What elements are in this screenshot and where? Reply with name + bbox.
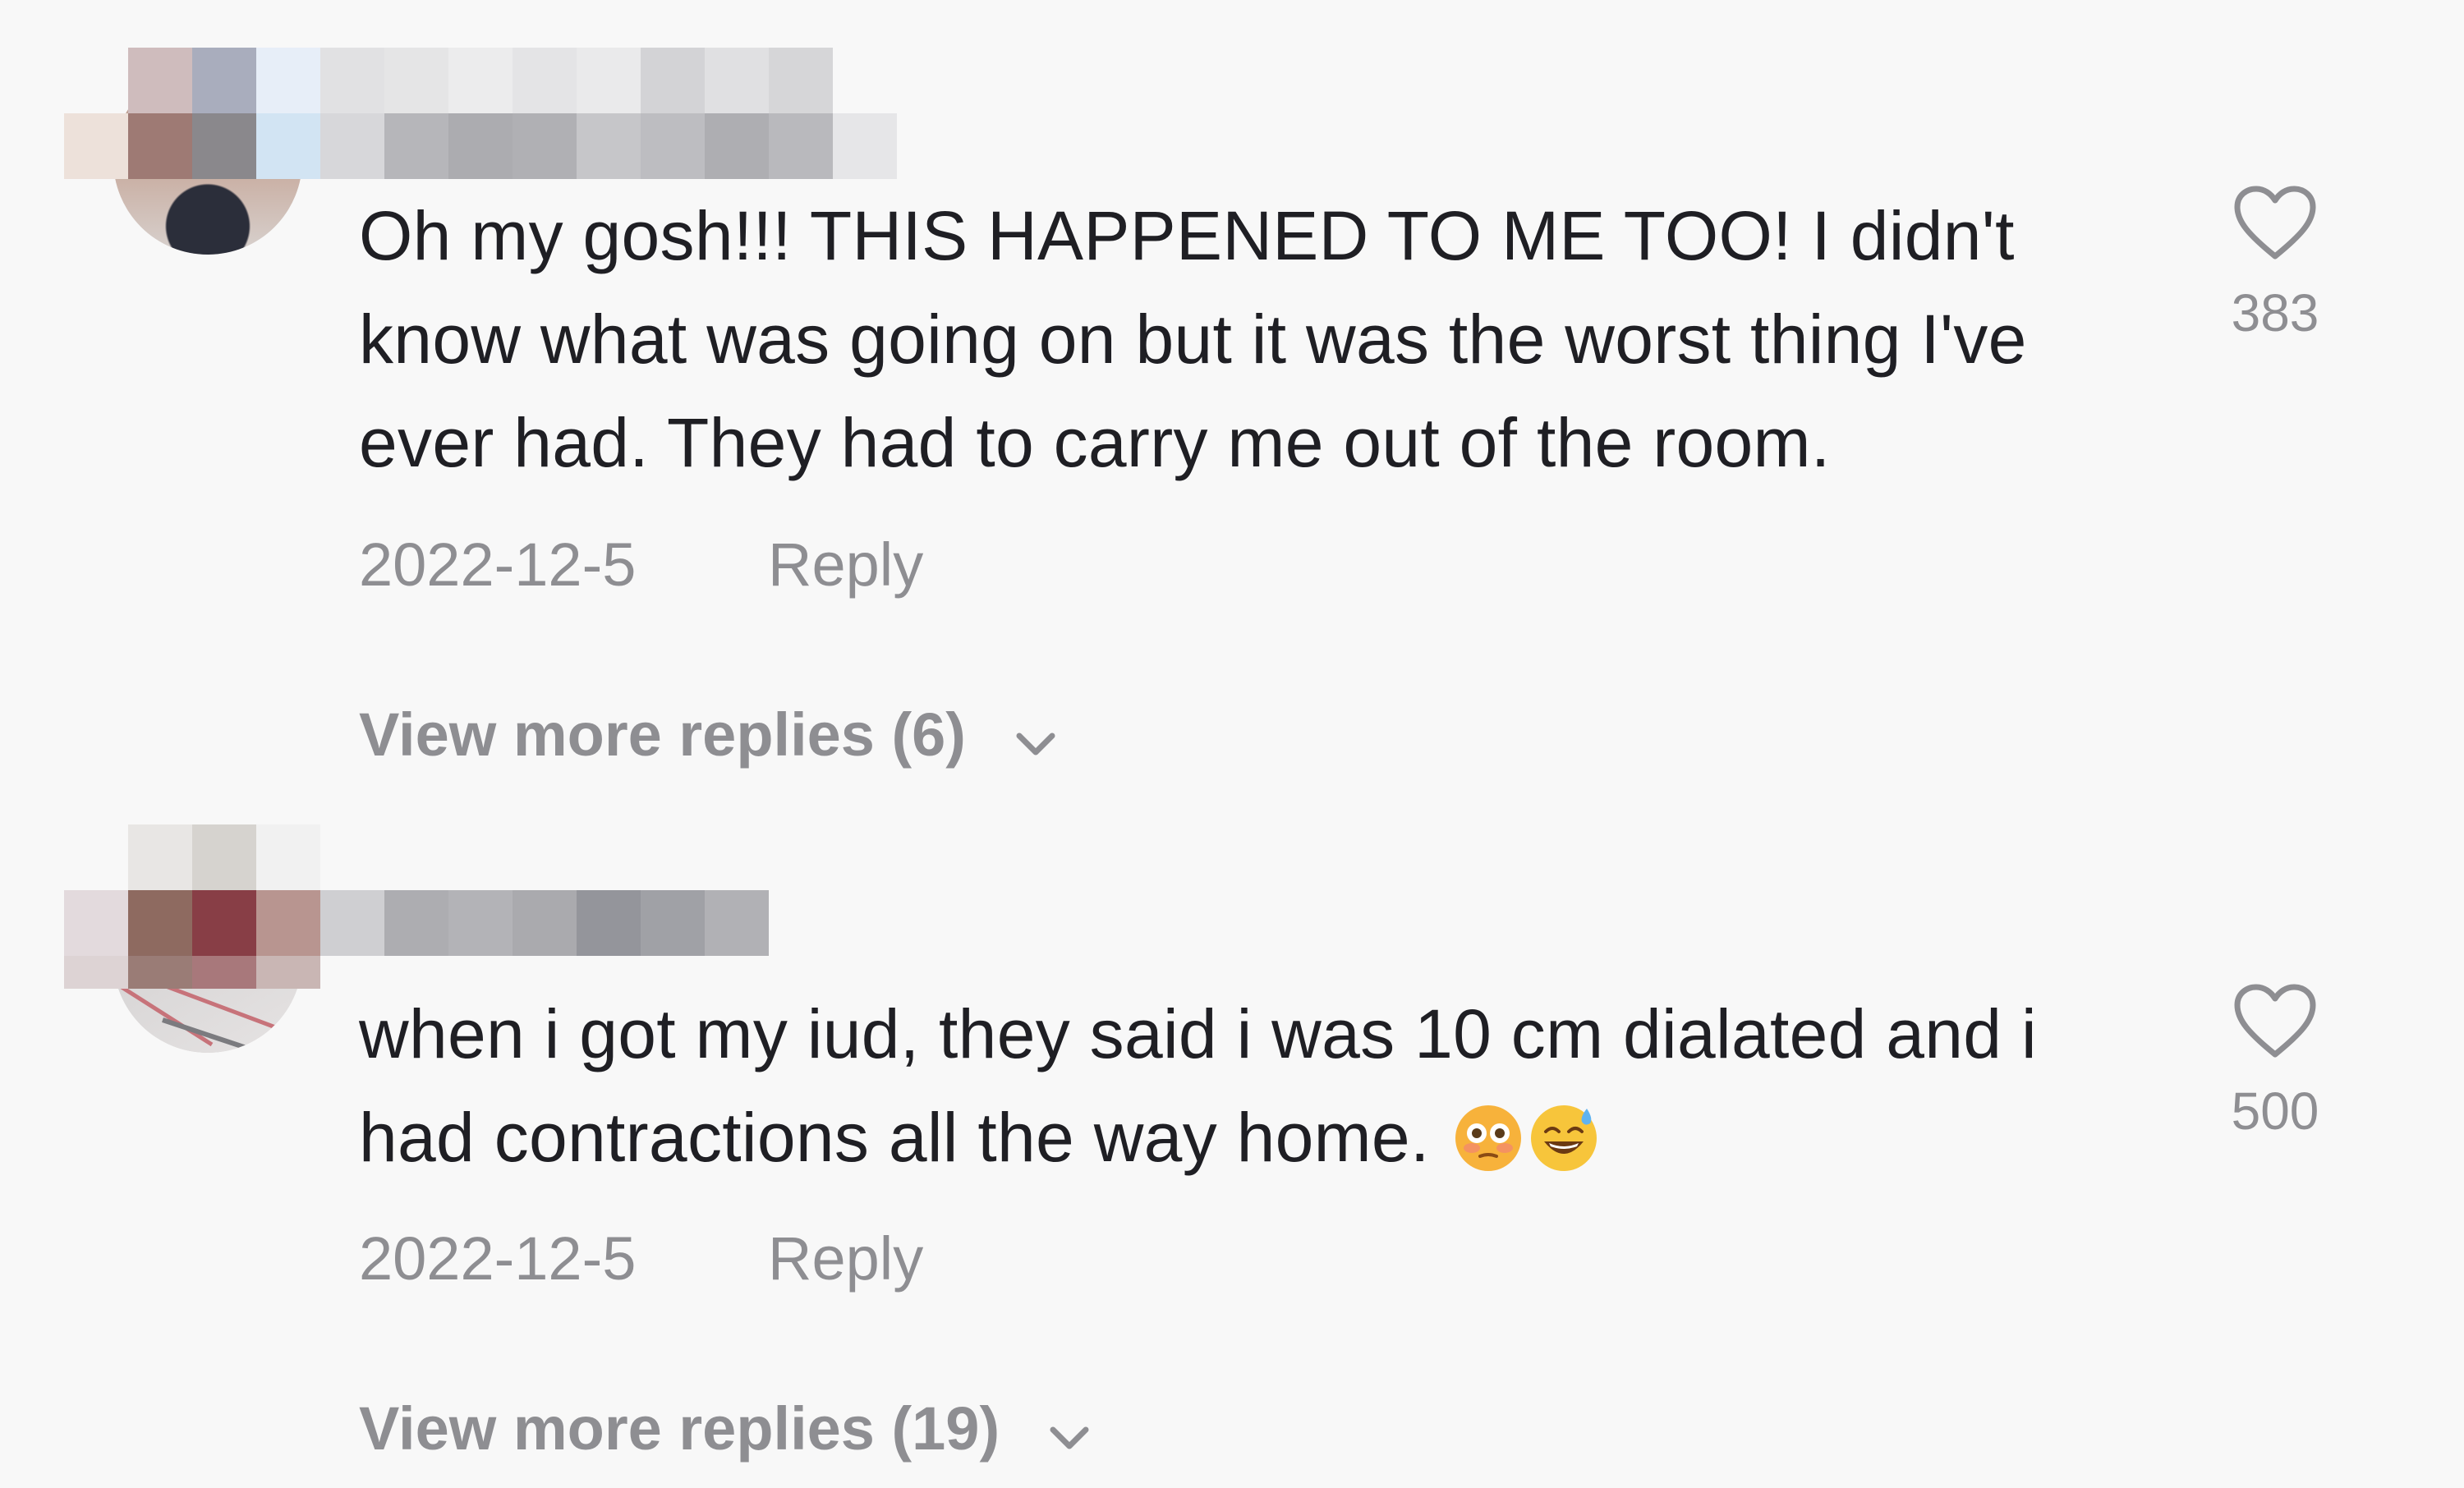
comment-text-body: when i got my iud, they said i was 10 cm… [359, 995, 2037, 1176]
flushed-face-emoji [1452, 1099, 1524, 1171]
comments-page: Oh my gosh!!! THIS HAPPENED TO ME TOO! I… [0, 0, 2464, 1488]
comment-text: Oh my gosh!!! THIS HAPPENED TO ME TOO! I… [359, 197, 2027, 481]
reply-button[interactable]: Reply [768, 530, 923, 599]
view-more-replies-button[interactable]: View more replies (19) [359, 1394, 1091, 1468]
like-count: 500 [2231, 1082, 2319, 1141]
view-more-replies-label: View more replies (6) [359, 700, 966, 769]
comment-meta: 2022-12-5 Reply [359, 530, 923, 599]
chevron-down-icon [1014, 705, 1057, 774]
view-more-replies-label: View more replies (19) [359, 1394, 1000, 1463]
comment-date: 2022-12-5 [359, 530, 637, 599]
like-count: 383 [2231, 283, 2319, 342]
heart-outline-icon [2218, 184, 2333, 263]
like-button[interactable]: 383 [2218, 184, 2333, 343]
comment-text: when i got my iud, they said i was 10 cm… [359, 982, 2149, 1189]
reply-button[interactable]: Reply [768, 1224, 923, 1293]
comment-date: 2022-12-5 [359, 1224, 637, 1293]
heart-outline-icon [2218, 982, 2333, 1061]
grinning-sweat-emoji [1528, 1099, 1600, 1171]
like-button[interactable]: 500 [2218, 982, 2333, 1141]
view-more-replies-button[interactable]: View more replies (6) [359, 700, 1057, 774]
chevron-down-icon [1048, 1398, 1091, 1468]
comment-meta: 2022-12-5 Reply [359, 1224, 923, 1293]
